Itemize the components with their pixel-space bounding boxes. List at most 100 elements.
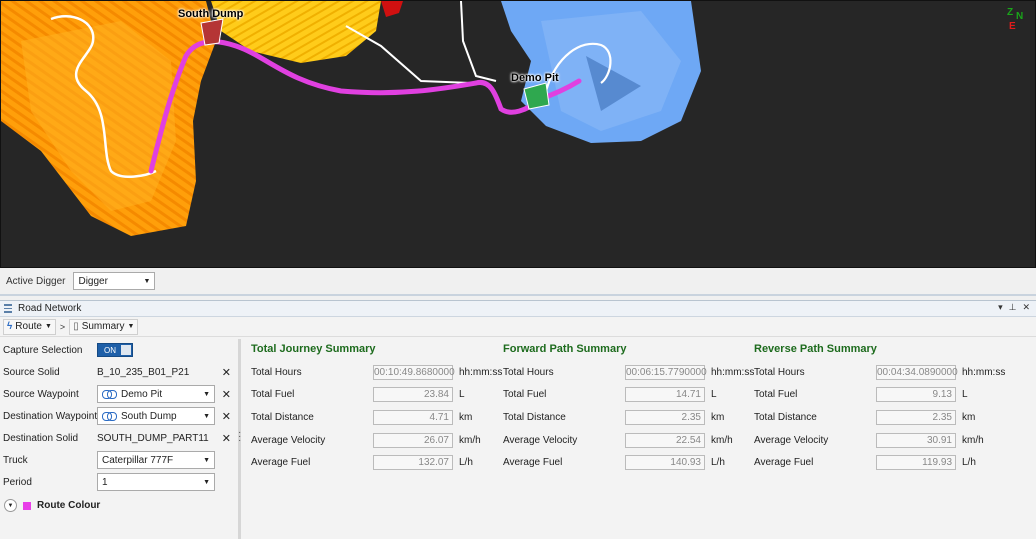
destination-solid-value: SOUTH_DUMP_PART11 — [97, 432, 209, 444]
summary-row-label: Average Velocity — [754, 434, 829, 446]
summary-row: Total Hours 00:06:15.7790000 hh:mm:ss — [503, 361, 755, 384]
chevron-down-icon: ▼ — [203, 390, 210, 398]
summary-row-value: 22.54 — [625, 432, 705, 448]
summary-row-label: Average Fuel — [251, 457, 311, 469]
route-line — [148, 39, 582, 174]
summary-row-unit: hh:mm:ss — [962, 366, 1006, 378]
summary-button-label: Summary — [81, 321, 125, 332]
splitter-grip-icon: · · · — [238, 427, 242, 446]
active-digger-label: Active Digger — [6, 275, 66, 287]
summary-row-value: 14.71 — [625, 387, 705, 403]
breadcrumb-separator: > — [59, 321, 66, 332]
summary-row-label: Average Fuel — [754, 457, 814, 469]
summary-row-unit: L — [962, 389, 968, 401]
summary-row-value: 2.35 — [876, 409, 956, 425]
summary-row-value: 00:10:49.8680000 — [373, 364, 455, 380]
close-icon[interactable]: ✕ — [1022, 302, 1030, 313]
summary-row-unit: L — [711, 389, 717, 401]
clear-source-solid-icon[interactable]: ✕ — [222, 366, 231, 379]
total-journey-summary: Total Journey Summary Total Hours 00:10:49… — [251, 343, 503, 474]
link-icon — [102, 411, 117, 421]
pin-icon[interactable]: ⊥ — [1009, 302, 1017, 313]
map-viewport[interactable]: South Dump Demo Pit Z N E — [0, 0, 1036, 268]
truck-select[interactable]: Caterpillar 777F ▼ — [97, 451, 215, 469]
summary-row-unit: km — [459, 411, 473, 423]
link-icon — [102, 389, 117, 399]
reverse-path-summary: Reverse Path Summary Total Hours 00:04:34.… — [754, 343, 1006, 474]
truck-label: Truck — [3, 454, 28, 466]
source-waypoint-select[interactable]: Demo Pit ▼ — [97, 385, 215, 403]
destination-waypoint-row: Destination Waypoint South Dump ▼ ✕ — [3, 407, 233, 425]
route-colour-swatch — [23, 501, 31, 510]
summary-dropdown-button[interactable]: ▯ Summary ▼ — [69, 318, 139, 335]
summary-row-value: 26.07 — [373, 432, 453, 448]
red-marker — [381, 1, 403, 17]
summary-row-value: 00:04:34.0890000 — [876, 364, 958, 380]
demo-pit-label: Demo Pit — [511, 72, 559, 84]
capture-selection-toggle[interactable]: ON — [97, 343, 133, 357]
source-waypoint-label: Source Waypoint — [3, 388, 79, 400]
panel-dropdown-icon[interactable]: ▾ — [998, 302, 1003, 313]
panel-menu-icon[interactable] — [4, 304, 12, 313]
forward-path-summary-title: Forward Path Summary — [503, 343, 627, 355]
summary-row: Average Velocity 26.07 km/h — [251, 429, 501, 452]
map-canvas[interactable] — [1, 1, 1036, 268]
summary-row-unit: hh:mm:ss — [459, 366, 503, 378]
chevron-down-icon: ▼ — [143, 277, 151, 285]
summary-row-unit: L/h — [962, 457, 976, 469]
total-journey-summary-title: Total Journey Summary — [251, 343, 376, 355]
source-solid-row: Source Solid B_10_235_B01_P21 ✕ — [3, 363, 233, 381]
period-select[interactable]: 1 ▼ — [97, 473, 215, 491]
summary-row-unit: L/h — [711, 457, 725, 469]
document-icon: ▯ — [73, 321, 79, 332]
destination-solid-row: Destination Solid SOUTH_DUMP_PART11 ✕ — [3, 429, 233, 447]
period-row: Period 1 ▼ — [3, 473, 233, 491]
summary-row: Average Velocity 30.91 km/h — [754, 429, 1004, 452]
panel-toolbar: ϟ Route ▼ > ▯ Summary ▼ — [0, 317, 1036, 337]
summary-row: Average Velocity 22.54 km/h — [503, 429, 753, 452]
summary-row-label: Total Distance — [754, 411, 817, 423]
summary-row-unit: km — [711, 411, 725, 423]
summary-row: Average Fuel 140.93 L/h — [503, 451, 753, 474]
summary-row-unit: hh:mm:ss — [711, 366, 755, 378]
axis-z-label: Z — [1007, 7, 1014, 18]
summary-row-unit: L/h — [459, 457, 473, 469]
route-colour-label: Route Colour — [37, 500, 101, 511]
active-digger-value: Digger — [78, 275, 108, 287]
clear-destination-waypoint-icon[interactable]: ✕ — [222, 410, 231, 423]
clear-destination-solid-icon[interactable]: ✕ — [222, 432, 231, 445]
summary-row-label: Total Distance — [251, 411, 314, 423]
south-dump-label: South Dump — [178, 8, 244, 20]
chevron-down-icon: ▼ — [44, 323, 52, 330]
summary-row: Average Fuel 132.07 L/h — [251, 451, 501, 474]
chevron-down-icon: ▼ — [203, 412, 210, 420]
period-label: Period — [3, 476, 32, 488]
summary-row-value: 23.84 — [373, 387, 453, 403]
summary-row: Total Fuel 14.71 L — [503, 384, 753, 407]
route-colour-section[interactable]: ▼ Route Colour — [4, 499, 100, 512]
south-dump-marker — [200, 18, 224, 46]
summary-row: Total Fuel 9.13 L — [754, 384, 1004, 407]
summary-row: Total Hours 00:10:49.8680000 hh:mm:ss — [251, 361, 503, 384]
summary-row-label: Total Distance — [503, 411, 566, 423]
summary-row: Total Hours 00:04:34.0890000 hh:mm:ss — [754, 361, 1006, 384]
summary-row-label: Total Fuel — [251, 389, 295, 401]
expand-chevron-icon[interactable]: ▼ — [4, 499, 17, 512]
active-digger-select[interactable]: Digger ▼ — [73, 272, 156, 290]
source-waypoint-value: Demo Pit — [121, 388, 163, 400]
capture-selection-row: Capture Selection ON — [3, 341, 233, 359]
source-solid-value: B_10_235_B01_P21 — [97, 366, 190, 378]
road-network-panel: Road Network ▾ ⊥ ✕ ϟ Route ▼ > ▯ Summary… — [0, 300, 1036, 539]
summary-row-value: 00:06:15.7790000 — [625, 364, 707, 380]
clear-source-waypoint-icon[interactable]: ✕ — [222, 388, 231, 401]
summary-row-unit: L — [459, 389, 465, 401]
summary-row-value: 140.93 — [625, 455, 705, 471]
route-dropdown-button[interactable]: ϟ Route ▼ — [3, 318, 56, 335]
summary-row-label: Total Hours — [503, 366, 554, 378]
destination-waypoint-select[interactable]: South Dump ▼ — [97, 407, 215, 425]
summary-row: Total Fuel 23.84 L — [251, 384, 501, 407]
summary-row-unit: km/h — [962, 434, 984, 446]
summary-row: Total Distance 2.35 km — [503, 406, 753, 429]
active-digger-bar: Active Digger Digger ▼ — [0, 268, 1036, 296]
toggle-state-label: ON — [104, 345, 116, 355]
